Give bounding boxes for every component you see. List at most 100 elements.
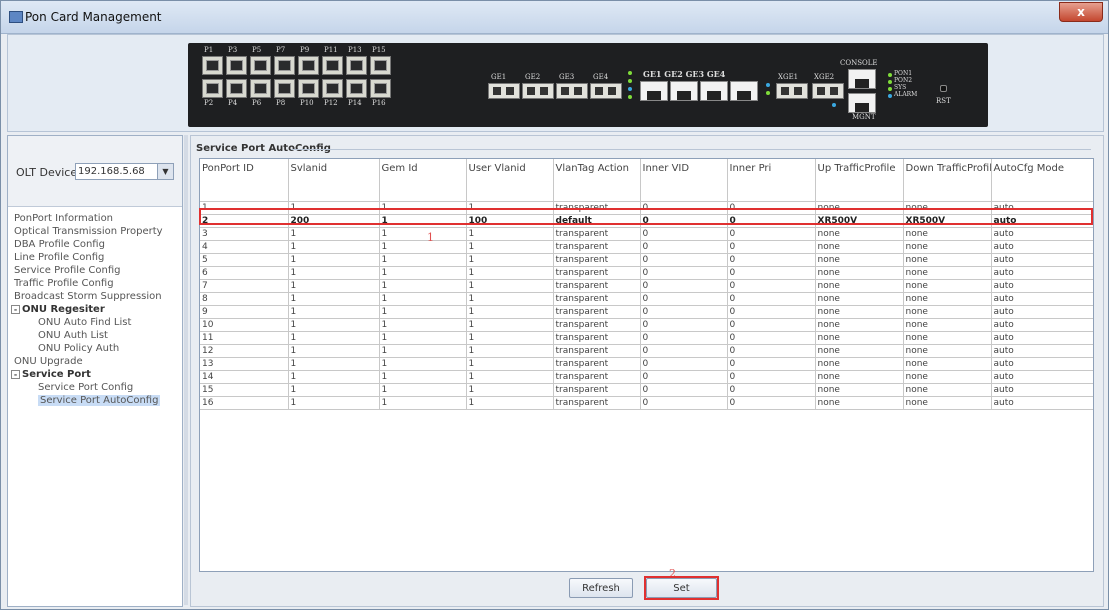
tree-item[interactable]: ONU Upgrade [8,355,182,368]
table-row[interactable]: 10 1 1 1 transparent 0 0 none none auto [200,318,1093,332]
table-cell[interactable]: 1 [379,279,467,293]
table-cell[interactable]: none [815,240,904,254]
table-row[interactable]: 14 1 1 1 transparent 0 0 none none auto [200,370,1093,384]
table-cell[interactable]: auto [991,344,1093,358]
table-cell[interactable]: 0 [640,253,728,267]
table-row[interactable]: 12 1 1 1 transparent 0 0 none none auto [200,344,1093,358]
table-cell[interactable]: 1 [288,201,380,215]
panel-splitter[interactable] [184,135,188,605]
table-cell[interactable]: 15 [200,383,289,397]
table-cell[interactable]: auto [991,279,1093,293]
table-cell[interactable]: transparent [553,201,641,215]
column-header[interactable]: User Vlanid [466,159,554,202]
table-cell[interactable]: 1 [288,240,380,254]
table-row[interactable]: 8 1 1 1 transparent 0 0 none none auto [200,292,1093,306]
table-cell[interactable]: 0 [727,214,816,228]
table-cell[interactable]: XR500V [815,214,904,228]
table-cell[interactable]: 1 [466,266,554,280]
table-cell[interactable]: 1 [379,396,467,410]
table-cell[interactable]: none [903,370,992,384]
table-row[interactable]: 15 1 1 1 transparent 0 0 none none auto [200,383,1093,397]
table-cell[interactable]: 1 [466,357,554,371]
table-cell[interactable]: 2 [200,214,289,228]
tree-item[interactable]: PonPort Information [8,212,182,225]
table-cell[interactable]: 1 [379,266,467,280]
table-cell[interactable]: 1 [288,396,380,410]
tree-item[interactable]: Service Port Config [8,381,182,394]
table-cell[interactable]: 0 [727,383,816,397]
table-cell[interactable]: 1 [466,318,554,332]
table-cell[interactable]: none [815,266,904,280]
table-cell[interactable]: 1 [379,357,467,371]
table-cell[interactable]: 1 [379,305,467,319]
table-cell[interactable]: XR500V [903,214,992,228]
table-cell[interactable]: 1 [466,279,554,293]
refresh-button[interactable]: Refresh [569,578,633,598]
table-cell[interactable]: 0 [727,253,816,267]
column-header[interactable]: PonPort ID [200,159,289,202]
table-cell[interactable]: transparent [553,292,641,306]
table-cell[interactable]: auto [991,227,1093,241]
table-cell[interactable]: auto [991,292,1093,306]
table-cell[interactable]: auto [991,240,1093,254]
table-cell[interactable]: 1 [466,201,554,215]
table-cell[interactable]: transparent [553,240,641,254]
table-cell[interactable]: none [815,292,904,306]
table-cell[interactable]: transparent [553,253,641,267]
table-cell[interactable]: 0 [640,214,728,228]
table-cell[interactable]: 0 [640,292,728,306]
table-cell[interactable]: 1 [379,383,467,397]
table-cell[interactable]: none [903,357,992,371]
table-cell[interactable]: 1 [288,370,380,384]
tree-item[interactable]: Broadcast Storm Suppression [8,290,182,303]
tree-item[interactable]: Line Profile Config [8,251,182,264]
table-cell[interactable]: 9 [200,305,289,319]
table-cell[interactable]: 0 [640,357,728,371]
table-cell[interactable]: 1 [466,344,554,358]
table-row[interactable]: 2 200 1 100 default 0 0 XR500V XR500V auto [200,214,1093,228]
table-cell[interactable]: 1 [200,201,289,215]
table-cell[interactable]: 8 [200,292,289,306]
table-cell[interactable]: transparent [553,266,641,280]
table-cell[interactable]: 1 [288,292,380,306]
table-cell[interactable]: none [815,279,904,293]
tree-item[interactable]: DBA Profile Config [8,238,182,251]
table-cell[interactable]: none [903,292,992,306]
table-cell[interactable]: 0 [640,305,728,319]
table-cell[interactable]: transparent [553,370,641,384]
table-row[interactable]: 5 1 1 1 transparent 0 0 none none auto [200,253,1093,267]
table-cell[interactable]: 11 [200,331,289,345]
table-row[interactable]: 16 1 1 1 transparent 0 0 none none auto [200,396,1093,410]
table-cell[interactable]: 5 [200,253,289,267]
table-cell[interactable]: 1 [466,370,554,384]
table-cell[interactable]: auto [991,370,1093,384]
table-cell[interactable]: 0 [640,383,728,397]
table-cell[interactable]: transparent [553,357,641,371]
table-cell[interactable]: none [815,370,904,384]
table-cell[interactable]: 1 [466,253,554,267]
table-cell[interactable]: 1 [288,383,380,397]
column-header[interactable]: Inner VID [640,159,728,202]
table-cell[interactable]: auto [991,331,1093,345]
table-cell[interactable]: 1 [379,214,467,228]
table-row[interactable]: 7 1 1 1 transparent 0 0 none none auto [200,279,1093,293]
table-cell[interactable]: 1 [379,331,467,345]
dropdown-arrow-icon[interactable]: ▼ [157,164,173,179]
table-cell[interactable]: 1 [288,227,380,241]
table-cell[interactable]: 1 [466,305,554,319]
table-cell[interactable]: auto [991,318,1093,332]
table-cell[interactable]: 0 [727,357,816,371]
table-cell[interactable]: transparent [553,305,641,319]
tree-item[interactable]: Service Port AutoConfig [8,394,182,407]
table-cell[interactable]: 0 [727,318,816,332]
table-cell[interactable]: 0 [727,279,816,293]
table-cell[interactable]: 1 [288,279,380,293]
tree-item[interactable]: ONU Auto Find List [8,316,182,329]
column-header[interactable]: VlanTag Action [553,159,641,202]
tree-item[interactable]: - Service Port [8,368,182,381]
table-cell[interactable]: transparent [553,318,641,332]
table-cell[interactable]: auto [991,396,1093,410]
table-cell[interactable]: auto [991,305,1093,319]
table-cell[interactable]: transparent [553,227,641,241]
table-cell[interactable]: 1 [379,201,467,215]
